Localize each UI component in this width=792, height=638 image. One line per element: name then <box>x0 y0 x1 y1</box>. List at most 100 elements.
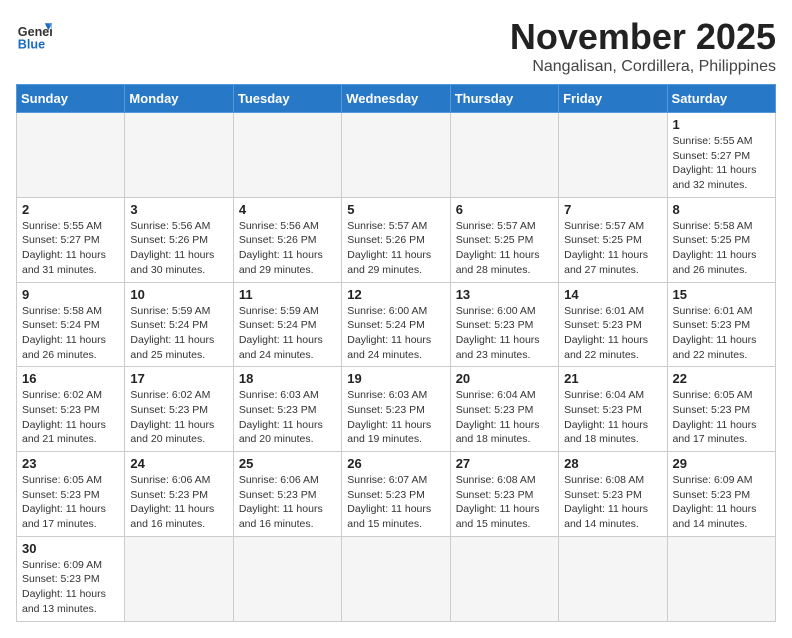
day-info: Sunrise: 6:09 AM Sunset: 5:23 PM Dayligh… <box>22 558 119 617</box>
calendar-day-cell <box>450 536 558 621</box>
day-info: Sunrise: 6:01 AM Sunset: 5:23 PM Dayligh… <box>673 304 770 363</box>
calendar-day-cell: 11 Sunrise: 5:59 AM Sunset: 5:24 PM Dayli… <box>233 282 341 367</box>
calendar-day-cell: 24 Sunrise: 6:06 AM Sunset: 5:23 PM Dayli… <box>125 452 233 537</box>
day-number: 8 <box>673 202 770 217</box>
day-info: Sunrise: 6:04 AM Sunset: 5:23 PM Dayligh… <box>564 388 661 447</box>
day-info: Sunrise: 6:05 AM Sunset: 5:23 PM Dayligh… <box>22 473 119 532</box>
day-info: Sunrise: 6:08 AM Sunset: 5:23 PM Dayligh… <box>564 473 661 532</box>
calendar-week-row: 30Sunrise: 6:09 AM Sunset: 5:23 PM Dayli… <box>17 536 776 621</box>
calendar-day-cell <box>125 113 233 198</box>
calendar-week-row: 23 Sunrise: 6:05 AM Sunset: 5:23 PM Dayli… <box>17 452 776 537</box>
day-info: Sunrise: 6:08 AM Sunset: 5:23 PM Dayligh… <box>456 473 553 532</box>
calendar-day-cell: 8 Sunrise: 5:58 AM Sunset: 5:25 PM Daylig… <box>667 197 775 282</box>
day-number: 16 <box>22 371 119 386</box>
calendar-day-cell: 10 Sunrise: 5:59 AM Sunset: 5:24 PM Dayli… <box>125 282 233 367</box>
calendar-day-cell: 3 Sunrise: 5:56 AM Sunset: 5:26 PM Daylig… <box>125 197 233 282</box>
day-info: Sunrise: 6:07 AM Sunset: 5:23 PM Dayligh… <box>347 473 444 532</box>
calendar-day-cell: 29Sunrise: 6:09 AM Sunset: 5:23 PM Dayli… <box>667 452 775 537</box>
page-header: General Blue November 2025 Nangalisan, C… <box>16 16 776 76</box>
calendar-day-cell: 15Sunrise: 6:01 AM Sunset: 5:23 PM Dayli… <box>667 282 775 367</box>
calendar-day-cell <box>342 113 450 198</box>
title-section: November 2025 Nangalisan, Cordillera, Ph… <box>510 16 776 76</box>
logo-icon: General Blue <box>16 16 52 52</box>
calendar-day-cell: 12Sunrise: 6:00 AM Sunset: 5:24 PM Dayli… <box>342 282 450 367</box>
day-number: 20 <box>456 371 553 386</box>
calendar-day-cell: 9 Sunrise: 5:58 AM Sunset: 5:24 PM Daylig… <box>17 282 125 367</box>
calendar-day-cell: 21Sunrise: 6:04 AM Sunset: 5:23 PM Dayli… <box>559 367 667 452</box>
calendar-day-cell <box>233 113 341 198</box>
logo: General Blue <box>16 16 52 52</box>
weekday-header-monday: Monday <box>125 85 233 113</box>
day-info: Sunrise: 5:59 AM Sunset: 5:24 PM Dayligh… <box>130 304 227 363</box>
day-number: 3 <box>130 202 227 217</box>
calendar-day-cell: 27Sunrise: 6:08 AM Sunset: 5:23 PM Dayli… <box>450 452 558 537</box>
weekday-header-tuesday: Tuesday <box>233 85 341 113</box>
calendar-day-cell: 28Sunrise: 6:08 AM Sunset: 5:23 PM Dayli… <box>559 452 667 537</box>
calendar-week-row: 1Sunrise: 5:55 AM Sunset: 5:27 PM Daylig… <box>17 113 776 198</box>
calendar-day-cell: 22Sunrise: 6:05 AM Sunset: 5:23 PM Dayli… <box>667 367 775 452</box>
weekday-header-sunday: Sunday <box>17 85 125 113</box>
calendar-day-cell: 23 Sunrise: 6:05 AM Sunset: 5:23 PM Dayli… <box>17 452 125 537</box>
calendar-day-cell: 30Sunrise: 6:09 AM Sunset: 5:23 PM Dayli… <box>17 536 125 621</box>
day-info: Sunrise: 6:06 AM Sunset: 5:23 PM Dayligh… <box>130 473 227 532</box>
day-number: 7 <box>564 202 661 217</box>
calendar-day-cell <box>233 536 341 621</box>
calendar-day-cell: 19Sunrise: 6:03 AM Sunset: 5:23 PM Dayli… <box>342 367 450 452</box>
day-number: 25 <box>239 456 336 471</box>
weekday-header-row: SundayMondayTuesdayWednesdayThursdayFrid… <box>17 85 776 113</box>
calendar-day-cell <box>559 536 667 621</box>
calendar-day-cell: 17Sunrise: 6:02 AM Sunset: 5:23 PM Dayli… <box>125 367 233 452</box>
calendar-day-cell <box>342 536 450 621</box>
calendar-day-cell: 6Sunrise: 5:57 AM Sunset: 5:25 PM Daylig… <box>450 197 558 282</box>
day-number: 9 <box>22 287 119 302</box>
day-info: Sunrise: 6:01 AM Sunset: 5:23 PM Dayligh… <box>564 304 661 363</box>
day-number: 4 <box>239 202 336 217</box>
calendar-day-cell: 26 Sunrise: 6:07 AM Sunset: 5:23 PM Dayli… <box>342 452 450 537</box>
calendar-week-row: 2Sunrise: 5:55 AM Sunset: 5:27 PM Daylig… <box>17 197 776 282</box>
calendar-day-cell: 2Sunrise: 5:55 AM Sunset: 5:27 PM Daylig… <box>17 197 125 282</box>
weekday-header-saturday: Saturday <box>667 85 775 113</box>
calendar-week-row: 16 Sunrise: 6:02 AM Sunset: 5:23 PM Dayli… <box>17 367 776 452</box>
day-info: Sunrise: 5:57 AM Sunset: 5:26 PM Dayligh… <box>347 219 444 278</box>
calendar-table: SundayMondayTuesdayWednesdayThursdayFrid… <box>16 84 776 622</box>
day-number: 18 <box>239 371 336 386</box>
day-info: Sunrise: 6:03 AM Sunset: 5:23 PM Dayligh… <box>239 388 336 447</box>
calendar-day-cell: 18 Sunrise: 6:03 AM Sunset: 5:23 PM Dayli… <box>233 367 341 452</box>
weekday-header-friday: Friday <box>559 85 667 113</box>
day-info: Sunrise: 5:58 AM Sunset: 5:24 PM Dayligh… <box>22 304 119 363</box>
calendar-day-cell: 20 Sunrise: 6:04 AM Sunset: 5:23 PM Dayli… <box>450 367 558 452</box>
day-info: Sunrise: 6:00 AM Sunset: 5:23 PM Dayligh… <box>456 304 553 363</box>
day-info: Sunrise: 6:09 AM Sunset: 5:23 PM Dayligh… <box>673 473 770 532</box>
day-info: Sunrise: 6:04 AM Sunset: 5:23 PM Dayligh… <box>456 388 553 447</box>
calendar-day-cell <box>17 113 125 198</box>
day-info: Sunrise: 6:02 AM Sunset: 5:23 PM Dayligh… <box>22 388 119 447</box>
weekday-header-wednesday: Wednesday <box>342 85 450 113</box>
day-info: Sunrise: 5:55 AM Sunset: 5:27 PM Dayligh… <box>673 134 770 193</box>
day-number: 14 <box>564 287 661 302</box>
day-number: 11 <box>239 287 336 302</box>
calendar-day-cell: 25 Sunrise: 6:06 AM Sunset: 5:23 PM Dayli… <box>233 452 341 537</box>
calendar-day-cell <box>667 536 775 621</box>
calendar-day-cell: 4Sunrise: 5:56 AM Sunset: 5:26 PM Daylig… <box>233 197 341 282</box>
day-info: Sunrise: 6:06 AM Sunset: 5:23 PM Dayligh… <box>239 473 336 532</box>
day-info: Sunrise: 6:05 AM Sunset: 5:23 PM Dayligh… <box>673 388 770 447</box>
day-number: 2 <box>22 202 119 217</box>
day-info: Sunrise: 5:59 AM Sunset: 5:24 PM Dayligh… <box>239 304 336 363</box>
day-number: 23 <box>22 456 119 471</box>
day-info: Sunrise: 5:57 AM Sunset: 5:25 PM Dayligh… <box>564 219 661 278</box>
day-info: Sunrise: 5:58 AM Sunset: 5:25 PM Dayligh… <box>673 219 770 278</box>
month-title: November 2025 <box>510 16 776 58</box>
day-number: 26 <box>347 456 444 471</box>
calendar-day-cell: 14 Sunrise: 6:01 AM Sunset: 5:23 PM Dayli… <box>559 282 667 367</box>
calendar-day-cell <box>450 113 558 198</box>
day-info: Sunrise: 5:56 AM Sunset: 5:26 PM Dayligh… <box>130 219 227 278</box>
day-number: 10 <box>130 287 227 302</box>
calendar-day-cell: 1Sunrise: 5:55 AM Sunset: 5:27 PM Daylig… <box>667 113 775 198</box>
day-info: Sunrise: 6:02 AM Sunset: 5:23 PM Dayligh… <box>130 388 227 447</box>
day-number: 12 <box>347 287 444 302</box>
calendar-day-cell: 7 Sunrise: 5:57 AM Sunset: 5:25 PM Daylig… <box>559 197 667 282</box>
calendar-day-cell: 13Sunrise: 6:00 AM Sunset: 5:23 PM Dayli… <box>450 282 558 367</box>
calendar-day-cell: 16 Sunrise: 6:02 AM Sunset: 5:23 PM Dayli… <box>17 367 125 452</box>
day-number: 24 <box>130 456 227 471</box>
day-number: 6 <box>456 202 553 217</box>
